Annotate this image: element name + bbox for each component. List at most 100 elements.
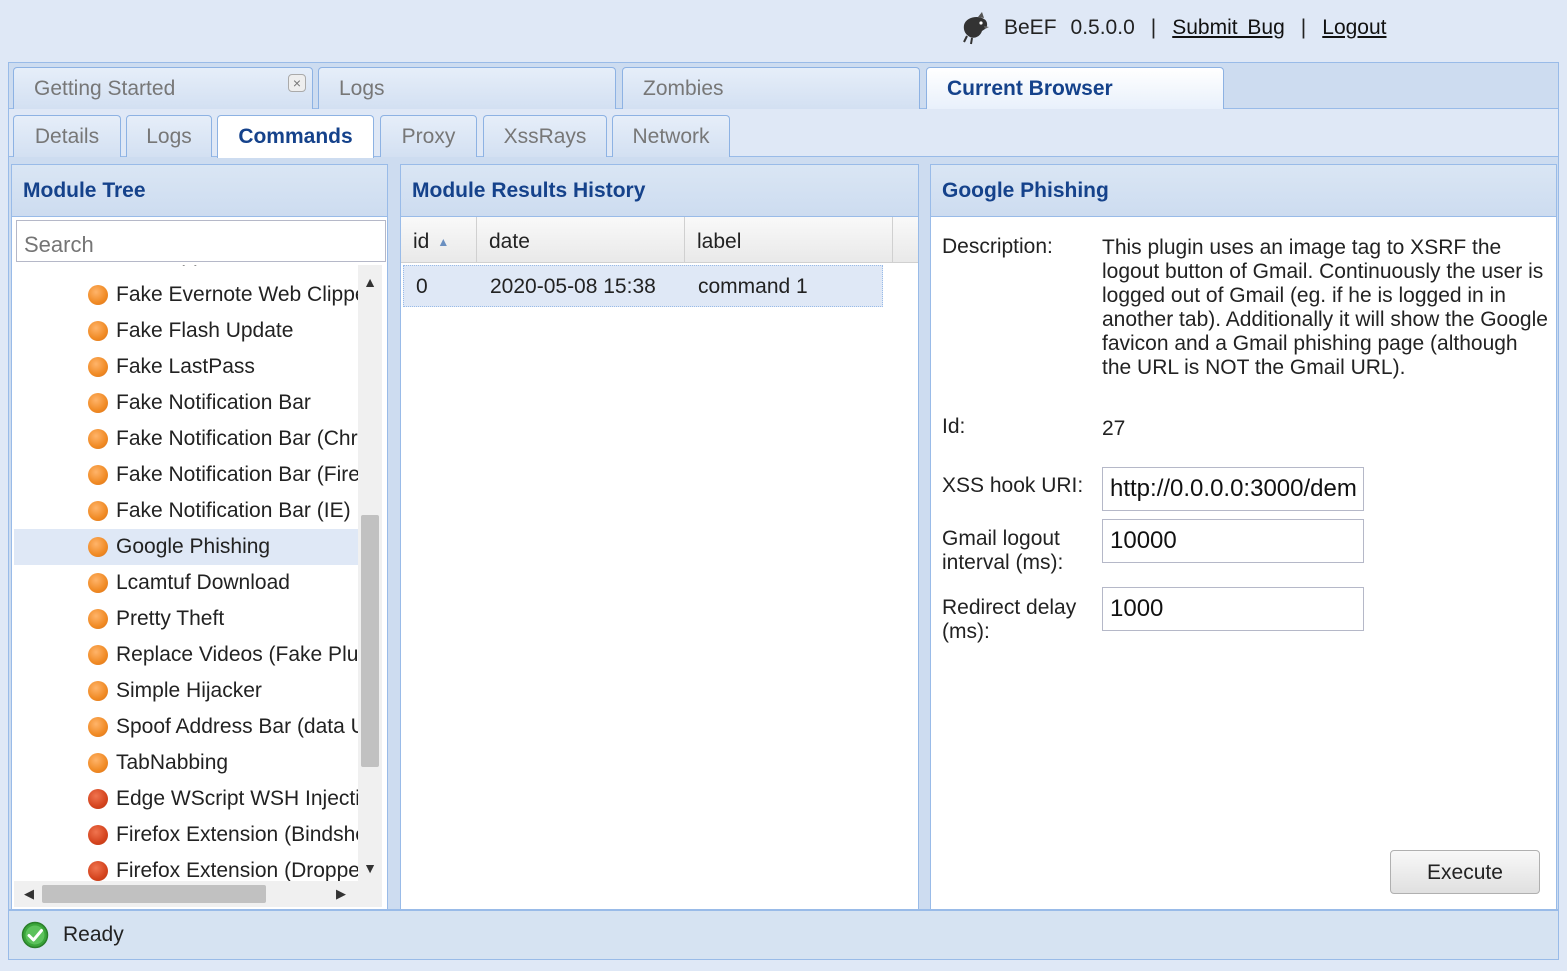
tab-label: Zombies bbox=[643, 77, 724, 100]
tree-item[interactable]: Pretty Theft bbox=[14, 601, 358, 637]
tab-getting-started[interactable]: Getting Started × bbox=[13, 67, 313, 109]
tree-item-label: Fake Notification Bar (Firefox) bbox=[116, 463, 358, 486]
header-separator: | bbox=[1300, 16, 1307, 39]
module-status-icon bbox=[88, 825, 108, 845]
scroll-up-icon[interactable]: ▲ bbox=[358, 271, 382, 293]
panel-title: Module Tree bbox=[12, 165, 387, 217]
tab-xssrays[interactable]: XssRays bbox=[483, 115, 607, 157]
tree-item[interactable]: TabNabbing bbox=[14, 745, 358, 781]
module-status-icon bbox=[88, 573, 108, 593]
module-status-icon bbox=[88, 537, 108, 557]
tab-logs-sub[interactable]: Logs bbox=[126, 115, 212, 157]
scrollbar-thumb[interactable] bbox=[42, 885, 266, 903]
tab-logs[interactable]: Logs bbox=[318, 67, 616, 109]
tree-item[interactable]: Fake App bbox=[14, 265, 358, 273]
tree-item-label: Simple Hijacker bbox=[116, 679, 262, 702]
tree-item-label: Lcamtuf Download bbox=[116, 571, 290, 594]
tree-item[interactable]: Fake Notification Bar (Firefox) bbox=[14, 457, 358, 493]
tree-item[interactable]: Fake Flash Update bbox=[14, 313, 358, 349]
check-icon bbox=[21, 921, 49, 949]
beef-logo-icon bbox=[963, 12, 989, 45]
tab-proxy[interactable]: Proxy bbox=[380, 115, 477, 157]
module-status-icon bbox=[88, 609, 108, 629]
execute-button[interactable]: Execute bbox=[1390, 850, 1540, 894]
scroll-right-icon[interactable]: ▶ bbox=[330, 881, 352, 907]
tree-item-label: Firefox Extension (Bindshell) bbox=[116, 823, 358, 846]
tab-commands[interactable]: Commands bbox=[217, 115, 374, 158]
logout-interval-input[interactable] bbox=[1102, 519, 1364, 563]
tab-label: Getting Started bbox=[34, 77, 176, 100]
module-tree-panel: Module Tree Fake App Fake Evernote Web C… bbox=[11, 164, 388, 910]
tab-network[interactable]: Network bbox=[612, 115, 730, 157]
column-header-label[interactable]: label bbox=[685, 217, 893, 263]
tree-item[interactable]: Fake Notification Bar bbox=[14, 385, 358, 421]
tree-item[interactable]: Firefox Extension (Bindshell) bbox=[14, 817, 358, 853]
tree-item[interactable]: Fake Evernote Web Clipper bbox=[14, 277, 358, 313]
logout-link[interactable]: Logout bbox=[1322, 16, 1386, 40]
module-status-icon bbox=[88, 501, 108, 521]
results-history-panel: Module Results History id ▲ date label 0 … bbox=[400, 164, 919, 910]
module-status-icon bbox=[88, 393, 108, 413]
column-header-id[interactable]: id ▲ bbox=[401, 217, 477, 263]
description-label: Description: bbox=[942, 235, 1053, 258]
module-status-icon bbox=[88, 465, 108, 485]
tree-item-label: Fake Flash Update bbox=[116, 319, 294, 342]
xss-hook-input[interactable] bbox=[1102, 467, 1364, 511]
tab-current-browser[interactable]: Current Browser bbox=[926, 67, 1224, 110]
submit-bug-link[interactable]: Submit Bug bbox=[1172, 16, 1285, 40]
tree-item[interactable]: Simple Hijacker bbox=[14, 673, 358, 709]
module-status-icon bbox=[88, 789, 108, 809]
brand-bar: BeEF 0.5.0.0 | Submit Bug | Logout bbox=[958, 10, 1387, 46]
description-text: This plugin uses an image tag to XSRF th… bbox=[1102, 236, 1548, 379]
top-header: BeEF 0.5.0.0 | Submit Bug | Logout bbox=[0, 0, 1567, 62]
module-status-icon bbox=[88, 321, 108, 341]
horizontal-scrollbar[interactable]: ◀ ▶ bbox=[14, 881, 382, 907]
grid-header: id ▲ date label bbox=[401, 217, 918, 263]
scroll-down-icon[interactable]: ▼ bbox=[358, 857, 382, 879]
close-icon[interactable]: × bbox=[288, 74, 306, 92]
tree-item[interactable]: Fake Notification Bar (Chrome) bbox=[14, 421, 358, 457]
status-text: Ready bbox=[63, 923, 124, 946]
column-header-date[interactable]: date bbox=[477, 217, 685, 263]
tree-item[interactable]: Lcamtuf Download bbox=[14, 565, 358, 601]
module-status-icon bbox=[88, 753, 108, 773]
tree-item-label: Pretty Theft bbox=[116, 607, 225, 630]
tab-zombies[interactable]: Zombies bbox=[622, 67, 920, 109]
module-status-icon bbox=[88, 861, 108, 881]
tab-label: Logs bbox=[339, 77, 385, 100]
sub-tab-strip: Details Logs Commands Proxy XssRays Netw… bbox=[9, 109, 1558, 158]
module-status-icon bbox=[88, 285, 108, 305]
app-name: BeEF bbox=[1004, 16, 1057, 39]
tree-item-label: Spoof Address Bar (data URL) bbox=[116, 715, 358, 738]
module-status-icon bbox=[88, 429, 108, 449]
tab-details[interactable]: Details bbox=[13, 115, 121, 157]
module-tree: Fake App Fake Evernote Web Clipper Fake … bbox=[14, 265, 358, 881]
tree-item[interactable]: Fake LastPass bbox=[14, 349, 358, 385]
tree-item-label: Google Phishing bbox=[116, 535, 271, 558]
panel-title: Module Results History bbox=[401, 165, 918, 217]
xss-hook-label: XSS hook URI: bbox=[942, 474, 1084, 497]
module-status-icon bbox=[88, 357, 108, 377]
search-input[interactable] bbox=[16, 220, 386, 262]
tree-item-label: Firefox Extension (Dropper) bbox=[116, 859, 358, 881]
redirect-delay-input[interactable] bbox=[1102, 587, 1364, 631]
tree-item[interactable]: Spoof Address Bar (data URL) bbox=[14, 709, 358, 745]
vertical-scrollbar[interactable]: ▲ ▼ bbox=[358, 265, 382, 881]
tree-item[interactable]: Edge WScript WSH Injection bbox=[14, 781, 358, 817]
scrollbar-thumb[interactable] bbox=[361, 515, 379, 767]
tree-item-google-phishing[interactable]: Google Phishing bbox=[14, 529, 358, 565]
tree-item[interactable]: Fake Notification Bar (IE) bbox=[14, 493, 358, 529]
id-value: 27 bbox=[1102, 417, 1126, 440]
redirect-delay-label: Redirect delay (ms): bbox=[942, 596, 1077, 643]
module-status-icon bbox=[88, 645, 108, 665]
tree-item[interactable]: Firefox Extension (Dropper) bbox=[14, 853, 358, 881]
id-label: Id: bbox=[942, 415, 966, 438]
cell-id: 0 bbox=[416, 275, 428, 298]
tree-item[interactable]: Replace Videos (Fake Plugin) bbox=[14, 637, 358, 673]
cell-date: 2020-05-08 15:38 bbox=[490, 275, 656, 298]
scroll-left-icon[interactable]: ◀ bbox=[18, 881, 40, 907]
tree-item-label: Fake Notification Bar (Chrome) bbox=[116, 427, 358, 450]
module-status-icon bbox=[88, 717, 108, 737]
table-row[interactable]: 0 2020-05-08 15:38 command 1 bbox=[403, 265, 883, 307]
tab-label: Current Browser bbox=[947, 77, 1113, 100]
